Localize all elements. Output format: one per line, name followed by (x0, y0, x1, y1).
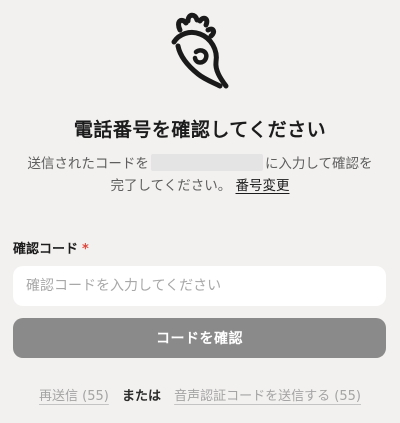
voice-code-link[interactable]: 音声認証コードを送信する (55) (174, 389, 361, 404)
instruction-text-before: 送信されたコードを (27, 156, 149, 172)
resend-options: 再送信 (55) または 音声認証コードを送信する (55) (0, 385, 400, 404)
masked-phone-number (150, 154, 263, 171)
instruction-text: 送信されたコードを に入力して確認を完了してください。 番号変更 (24, 153, 376, 197)
resend-link[interactable]: 再送信 (55) (39, 389, 109, 404)
verification-code-input[interactable] (13, 266, 386, 306)
confirm-code-button[interactable]: コードを確認 (13, 318, 386, 358)
code-field-label: 確認コード * (13, 238, 89, 257)
or-separator: または (121, 389, 161, 404)
change-number-link[interactable]: 番号変更 (236, 178, 290, 194)
page-title: 電話番号を確認してください (73, 119, 327, 141)
required-mark: * (82, 242, 89, 257)
code-label-text: 確認コード (13, 242, 79, 257)
hand-gesture-logo-icon (166, 12, 232, 92)
